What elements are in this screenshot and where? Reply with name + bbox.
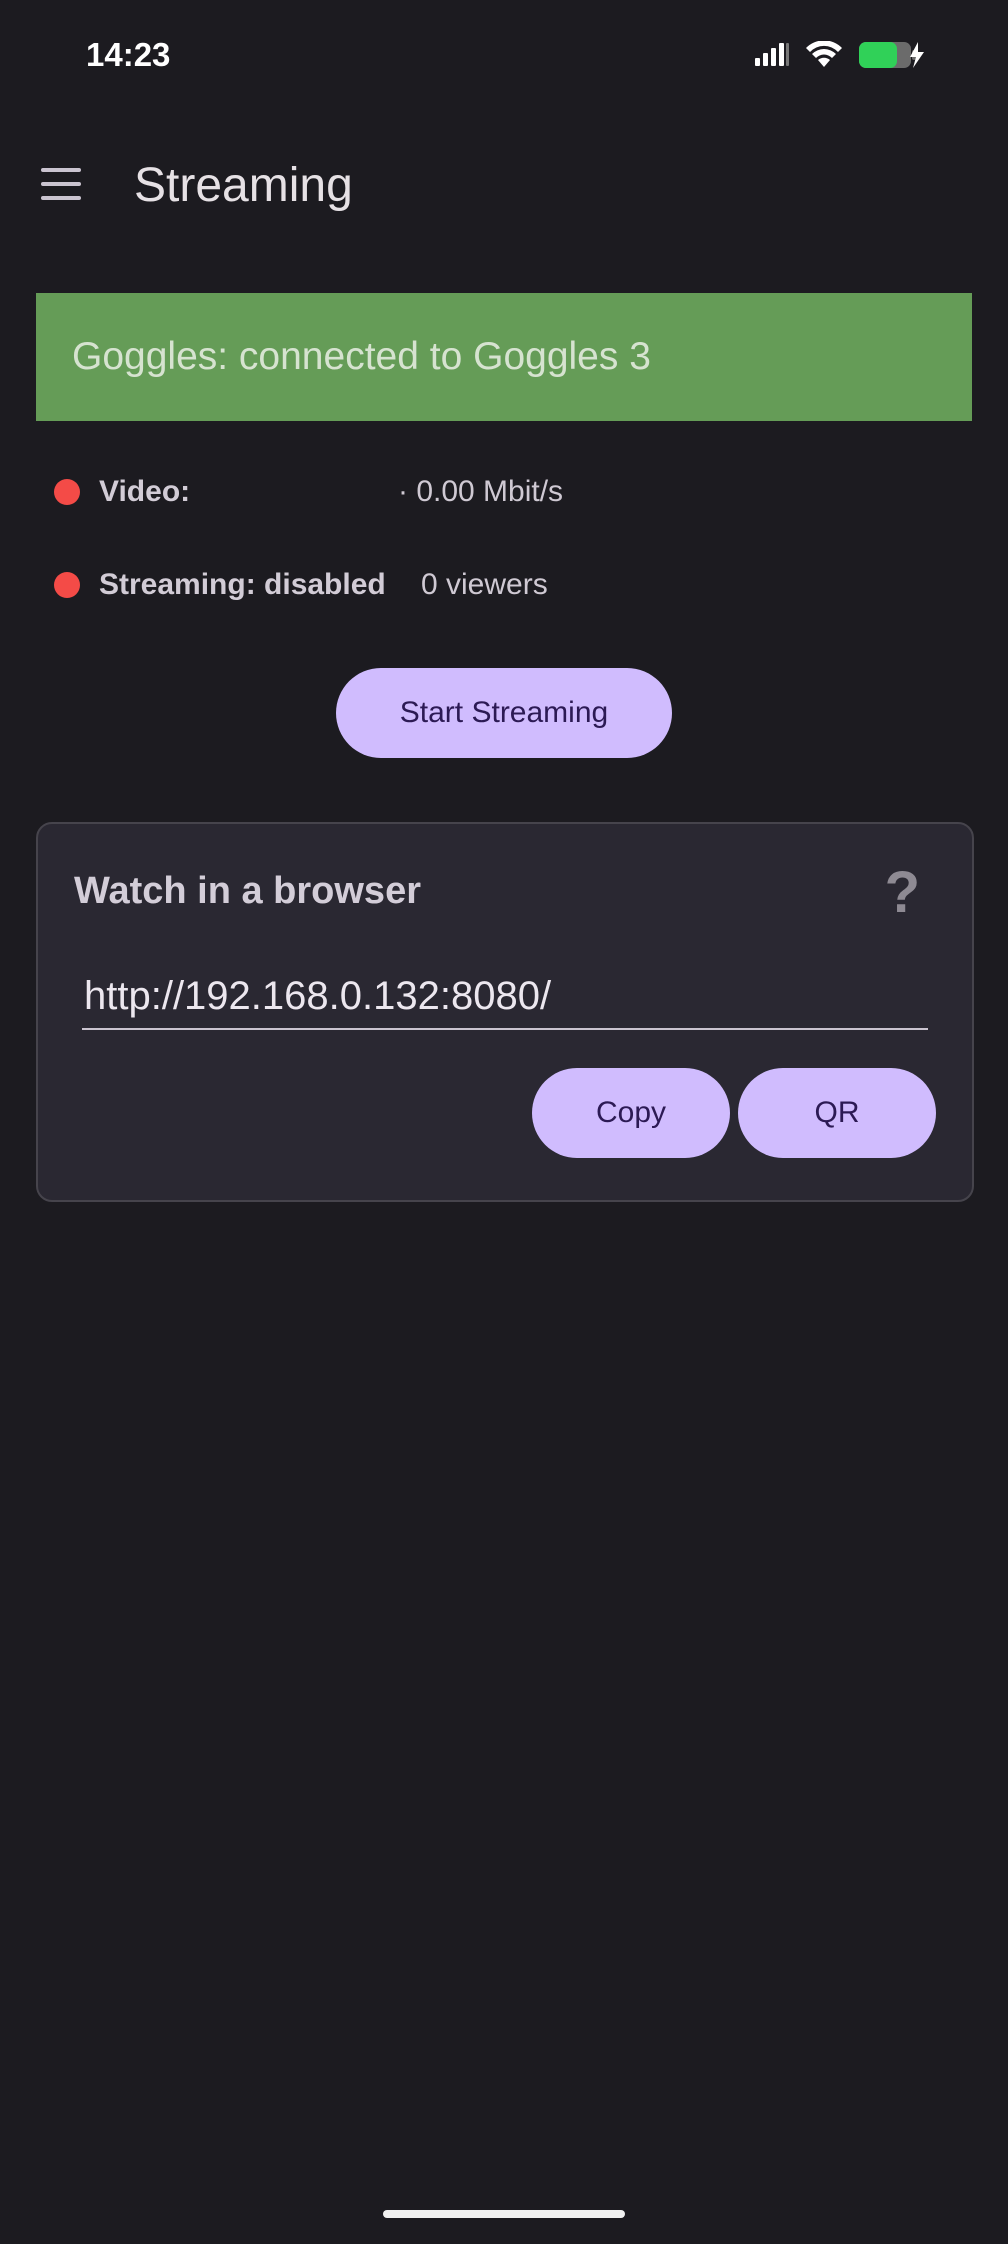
help-icon[interactable]: ?	[885, 864, 920, 922]
status-bar: 14:23	[0, 0, 1008, 112]
battery-charging-icon	[858, 40, 928, 75]
video-status-indicator	[54, 479, 80, 505]
hamburger-menu-icon[interactable]	[38, 168, 86, 204]
goggles-connection-banner: Goggles: connected to Goggles 3	[36, 293, 972, 421]
video-bitrate: · 0.00 Mbit/s	[398, 475, 564, 508]
streaming-label: Streaming: disabled	[99, 568, 386, 601]
streaming-status-indicator	[54, 572, 80, 598]
qr-button[interactable]: QR	[738, 1068, 936, 1158]
banner-text: Goggles: connected to Goggles 3	[72, 335, 651, 378]
card-title: Watch in a browser	[74, 870, 421, 912]
signal-icon	[754, 42, 790, 73]
video-label: Video:	[99, 475, 191, 508]
status-icons	[754, 40, 928, 75]
stream-url-field[interactable]	[82, 964, 928, 1030]
app-bar: Streaming	[0, 140, 1008, 232]
start-streaming-button[interactable]: Start Streaming	[336, 668, 672, 758]
wifi-icon	[804, 40, 844, 74]
streaming-status-row: Streaming: disabled 0 viewers	[0, 555, 1008, 615]
viewer-count: 0 viewers	[421, 568, 548, 601]
page-title: Streaming	[134, 159, 353, 212]
video-status-row: Video: · 0.00 Mbit/s	[0, 462, 1008, 522]
watch-in-browser-card: Watch in a browser ? Copy QR	[36, 822, 974, 1202]
status-time: 14:23	[86, 36, 171, 73]
home-indicator[interactable]	[383, 2210, 625, 2218]
copy-button[interactable]: Copy	[532, 1068, 730, 1158]
